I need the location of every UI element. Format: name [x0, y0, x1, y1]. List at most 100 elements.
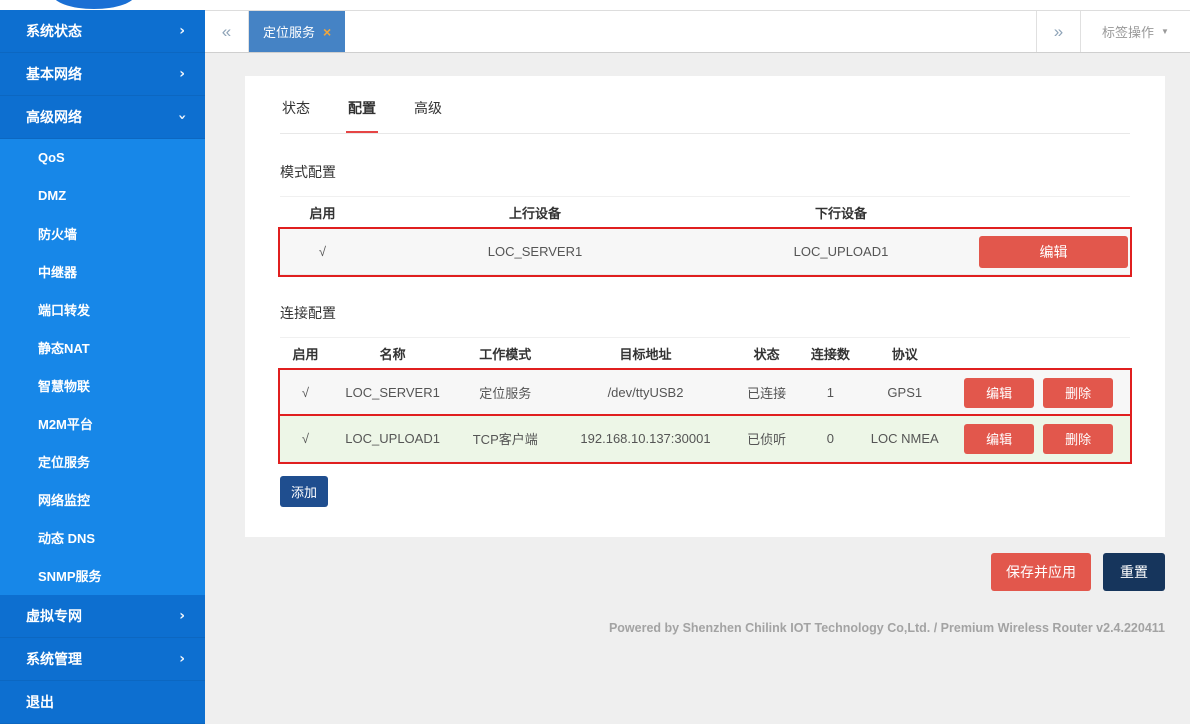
- cell-actions: 编辑: [977, 232, 1130, 272]
- tabs-scroll-right-button[interactable]: »: [1036, 11, 1080, 52]
- conn-row-loc-server1: √ LOC_SERVER1 定位服务 /dev/ttyUSB2 已连接 1 GP…: [280, 370, 1130, 416]
- tab-config[interactable]: 配置: [346, 94, 378, 133]
- cell-work-mode: TCP客户端: [454, 425, 556, 452]
- chevron-right-icon: ›: [179, 609, 185, 623]
- tab-status[interactable]: 状态: [280, 94, 312, 133]
- cell-work-mode: 定位服务: [454, 379, 556, 406]
- cell-connection-count: 0: [799, 427, 863, 450]
- header-status: 状态: [735, 340, 799, 367]
- cell-downstream: LOC_UPLOAD1: [705, 240, 977, 263]
- cell-enabled: √: [280, 427, 331, 450]
- edit-button[interactable]: 编辑: [979, 236, 1128, 268]
- sidebar-item-vpn[interactable]: 虚拟专网 ›: [0, 595, 205, 638]
- sidebar-item-dynamic-dns[interactable]: 动态 DNS: [0, 519, 205, 557]
- sidebar-item-label: 系统管理: [26, 649, 82, 669]
- form-actions: 保存并应用 重置: [205, 553, 1165, 591]
- sidebar-item-static-nat[interactable]: 静态NAT: [0, 329, 205, 367]
- cell-enabled: √: [280, 240, 365, 263]
- header-enable: 启用: [280, 199, 365, 226]
- logo: [52, 0, 136, 9]
- tabbar-spacer: [345, 11, 1036, 52]
- close-icon[interactable]: ×: [323, 24, 331, 40]
- header-target-address: 目标地址: [556, 340, 735, 367]
- main-area: « 定位服务 × » 标签操作 ▼ 状态 配置 高级 模式配置: [205, 0, 1190, 724]
- cell-connection-count: 1: [799, 381, 863, 404]
- delete-button[interactable]: 删除: [1043, 424, 1113, 454]
- header-name: 名称: [331, 340, 454, 367]
- header-upstream-device: 上行设备: [365, 199, 705, 226]
- tab-operations-label: 标签操作: [1102, 22, 1154, 41]
- tab-label: 定位服务: [263, 22, 315, 41]
- caret-down-icon: ▼: [1161, 27, 1169, 36]
- header-work-mode: 工作模式: [454, 340, 556, 367]
- delete-button[interactable]: 删除: [1043, 378, 1113, 408]
- sidebar-item-qos[interactable]: QoS: [0, 139, 205, 177]
- double-chevron-left-icon: «: [222, 22, 231, 42]
- page-content: 状态 配置 高级 模式配置 启用 上行设备 下行设备 √ LOC_SERVE: [205, 53, 1190, 724]
- reset-button[interactable]: 重置: [1103, 553, 1165, 591]
- sidebar-item-m2m-platform[interactable]: M2M平台: [0, 405, 205, 443]
- table-header-row: 启用 上行设备 下行设备: [280, 197, 1130, 229]
- logo-strip: [0, 0, 205, 10]
- sidebar-item-label: 虚拟专网: [26, 606, 82, 626]
- mode-config-title: 模式配置: [280, 162, 1130, 182]
- sidebar-item-basic-network[interactable]: 基本网络 ›: [0, 53, 205, 96]
- sidebar-item-smart-iot[interactable]: 智慧物联: [0, 367, 205, 405]
- cell-name: LOC_UPLOAD1: [331, 427, 454, 450]
- header-actions: [947, 350, 1130, 358]
- sidebar-item-port-forwarding[interactable]: 端口转发: [0, 291, 205, 329]
- app-window: 系统状态 › 基本网络 › 高级网络 › QoS DMZ 防火墙 中继器 端口转…: [0, 0, 1190, 724]
- sidebar-item-firewall[interactable]: 防火墙: [0, 215, 205, 253]
- mode-config-table: 启用 上行设备 下行设备 √ LOC_SERVER1 LOC_UPLOAD1 编…: [280, 196, 1130, 275]
- header-actions: [977, 209, 1130, 217]
- table-header-row: 启用 名称 工作模式 目标地址 状态 连接数 协议: [280, 338, 1130, 370]
- cell-actions: 编辑 删除: [947, 374, 1130, 412]
- footer-credit: Powered by Shenzhen Chilink IOT Technolo…: [205, 621, 1165, 635]
- conn-config-title: 连接配置: [280, 303, 1130, 323]
- sidebar-item-label: 系统状态: [26, 21, 82, 41]
- sidebar-item-dmz[interactable]: DMZ: [0, 177, 205, 215]
- chevron-down-icon: ›: [175, 114, 189, 120]
- save-and-apply-button[interactable]: 保存并应用: [991, 553, 1091, 591]
- edit-button[interactable]: 编辑: [964, 424, 1034, 454]
- sidebar: 系统状态 › 基本网络 › 高级网络 › QoS DMZ 防火墙 中继器 端口转…: [0, 0, 205, 724]
- tab-bar: « 定位服务 × » 标签操作 ▼: [205, 10, 1190, 53]
- sidebar-item-system-management[interactable]: 系统管理 ›: [0, 638, 205, 681]
- sidebar-item-network-monitor[interactable]: 网络监控: [0, 481, 205, 519]
- mode-config-row: √ LOC_SERVER1 LOC_UPLOAD1 编辑: [280, 229, 1130, 275]
- page-tabs: 状态 配置 高级: [280, 94, 1130, 134]
- sidebar-item-advanced-network[interactable]: 高级网络 ›: [0, 96, 205, 139]
- cell-status: 已侦听: [735, 425, 799, 452]
- sidebar-item-label: 高级网络: [26, 107, 82, 127]
- sidebar-item-label: 退出: [26, 692, 54, 712]
- tabs-scroll-left-button[interactable]: «: [205, 11, 249, 52]
- cell-target-address: 192.168.10.137:30001: [556, 427, 735, 450]
- top-strip: [205, 0, 1190, 10]
- sidebar-item-location-service[interactable]: 定位服务: [0, 443, 205, 481]
- tab-location-service[interactable]: 定位服务 ×: [249, 11, 345, 52]
- cell-protocol: LOC NMEA: [862, 427, 947, 450]
- edit-button[interactable]: 编辑: [964, 378, 1034, 408]
- tab-operations-dropdown[interactable]: 标签操作 ▼: [1080, 11, 1190, 52]
- cell-enabled: √: [280, 381, 331, 404]
- double-chevron-right-icon: »: [1054, 22, 1063, 42]
- sidebar-item-logout[interactable]: 退出: [0, 681, 205, 724]
- tab-advanced[interactable]: 高级: [412, 94, 444, 133]
- header-connection-count: 连接数: [799, 340, 863, 367]
- chevron-right-icon: ›: [179, 24, 185, 38]
- header-enable: 启用: [280, 340, 331, 367]
- cell-actions: 编辑 删除: [947, 420, 1130, 458]
- sidebar-item-snmp-service[interactable]: SNMP服务: [0, 557, 205, 595]
- cell-upstream: LOC_SERVER1: [365, 240, 705, 263]
- cell-name: LOC_SERVER1: [331, 381, 454, 404]
- chevron-right-icon: ›: [179, 652, 185, 666]
- conn-row-loc-upload1: √ LOC_UPLOAD1 TCP客户端 192.168.10.137:3000…: [280, 416, 1130, 462]
- sidebar-item-system-status[interactable]: 系统状态 ›: [0, 10, 205, 53]
- cell-status: 已连接: [735, 379, 799, 406]
- sidebar-item-repeater[interactable]: 中继器: [0, 253, 205, 291]
- sidebar-item-label: 基本网络: [26, 64, 82, 84]
- cell-protocol: GPS1: [862, 381, 947, 404]
- cell-target-address: /dev/ttyUSB2: [556, 381, 735, 404]
- settings-card: 状态 配置 高级 模式配置 启用 上行设备 下行设备 √ LOC_SERVE: [245, 76, 1165, 537]
- add-button[interactable]: 添加: [280, 476, 328, 507]
